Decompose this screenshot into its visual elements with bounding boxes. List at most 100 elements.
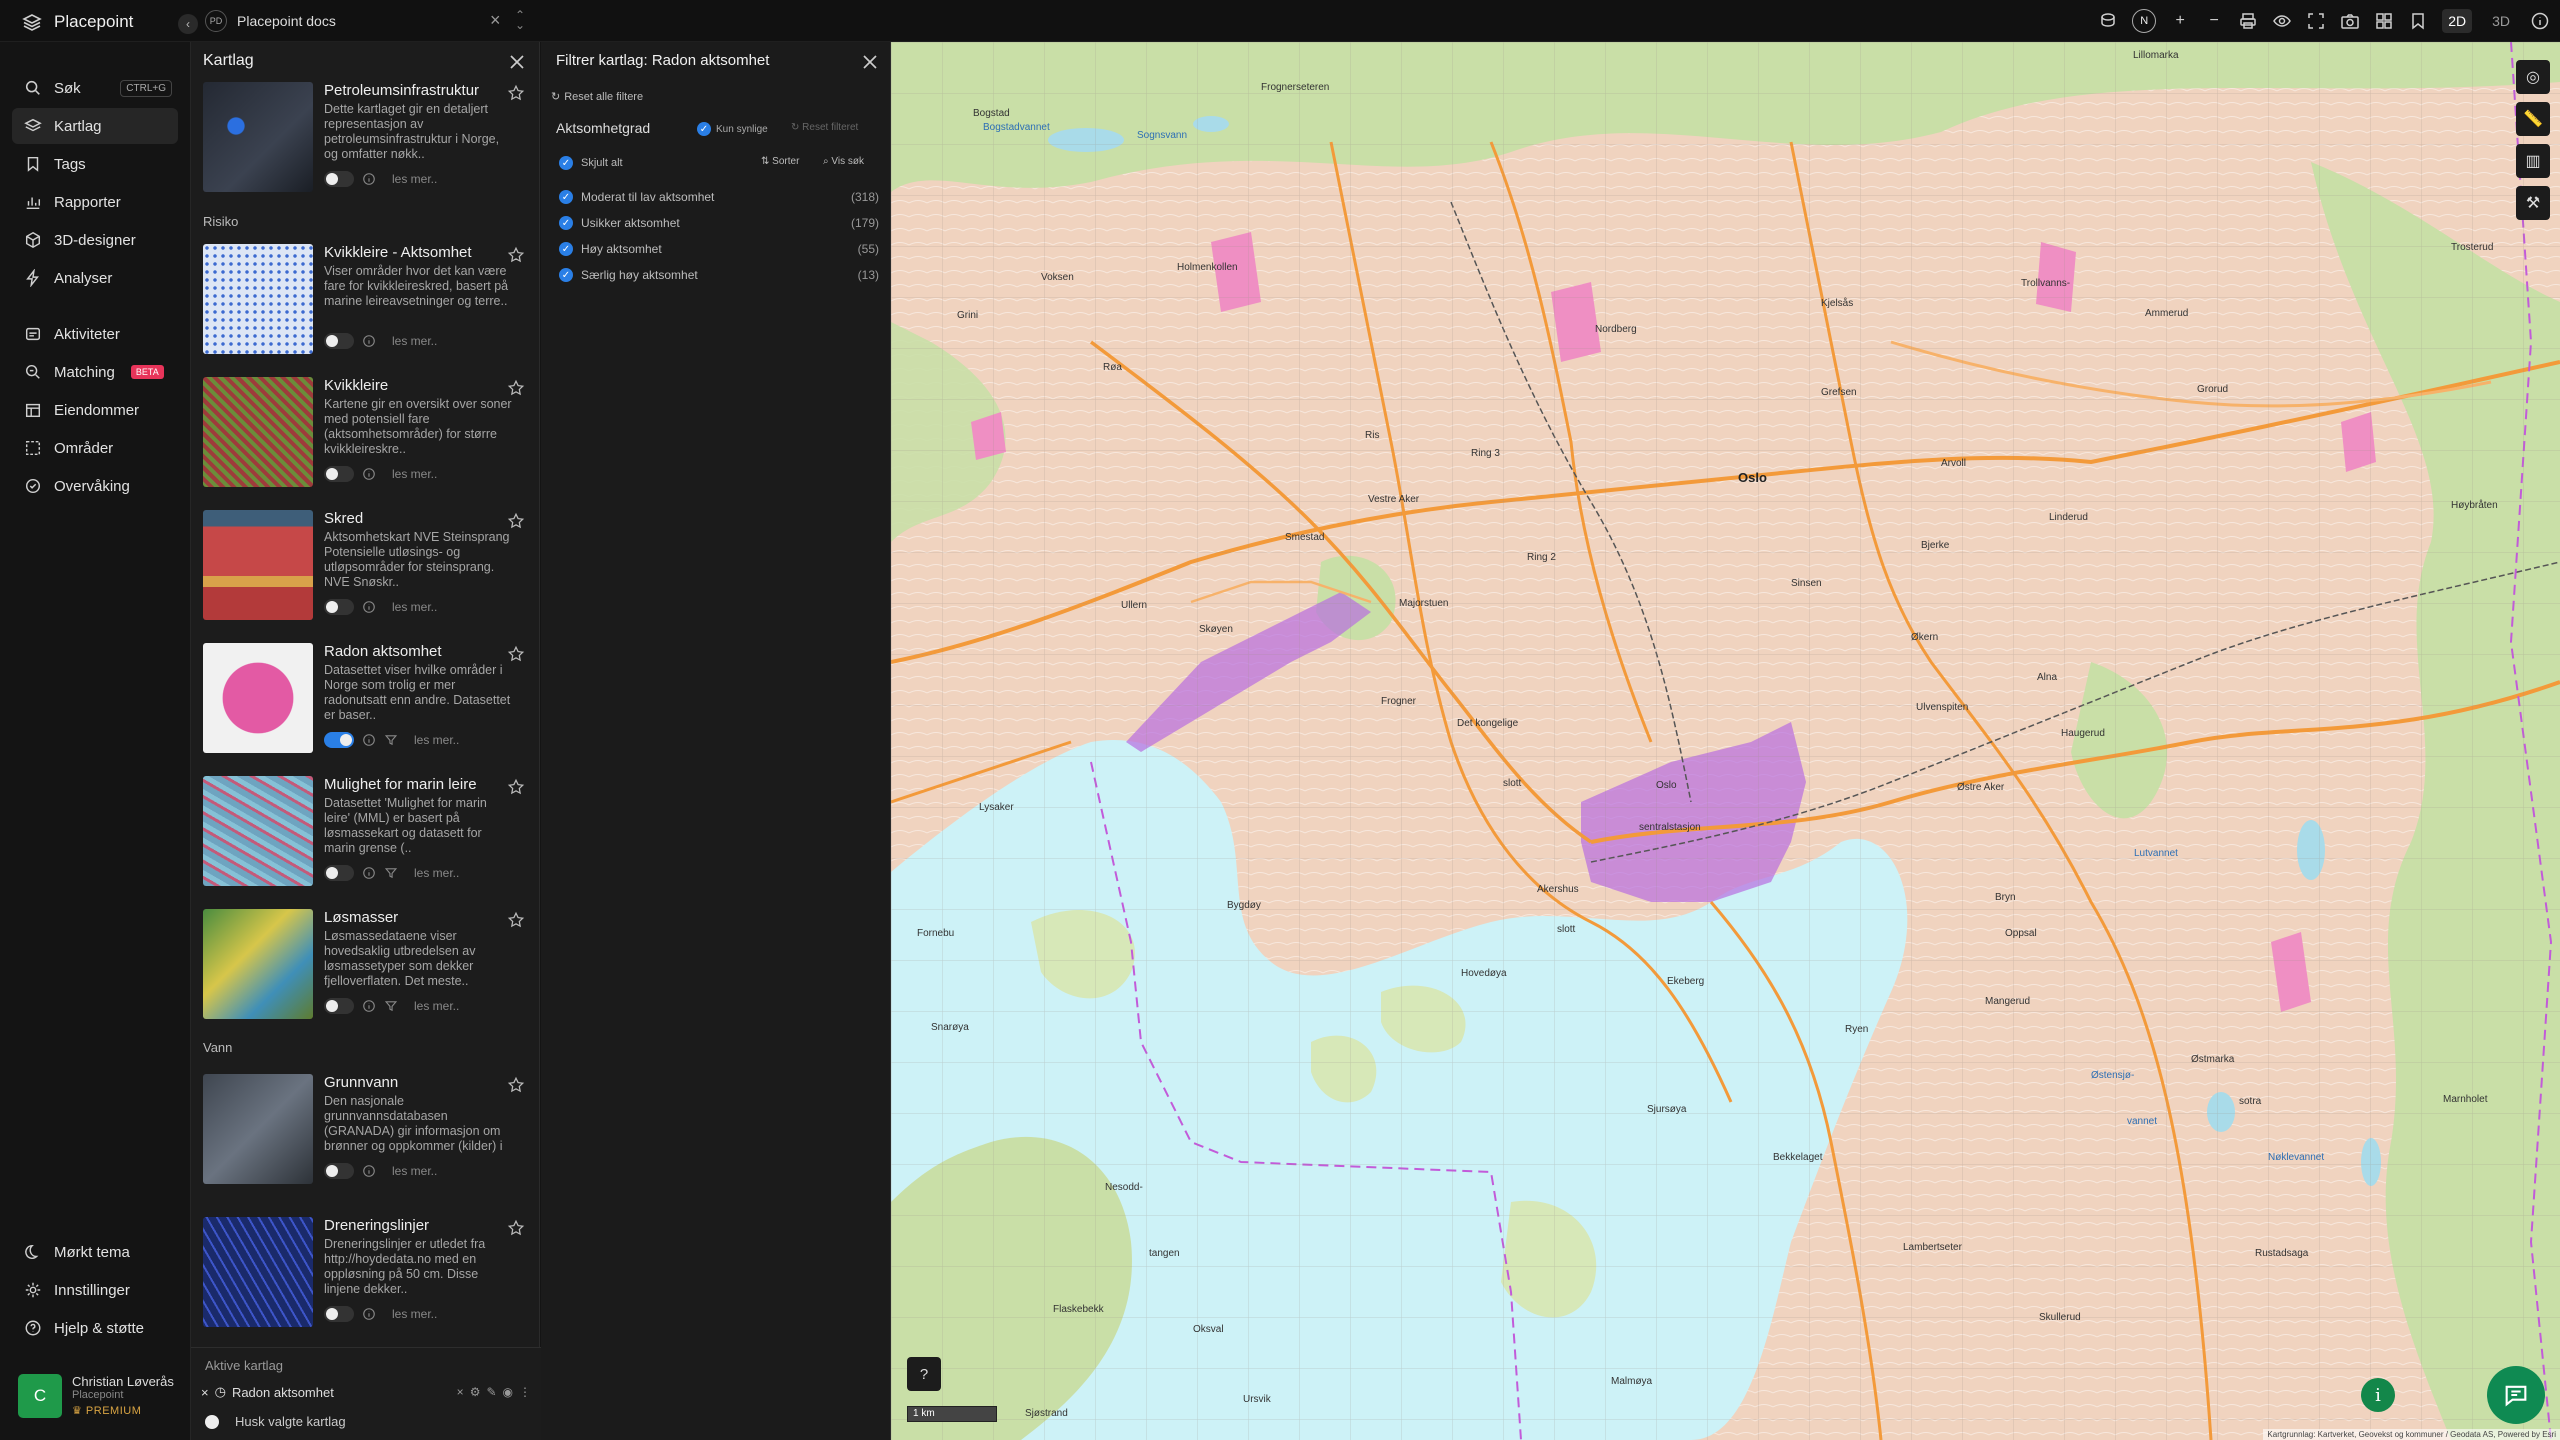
info-circle-icon[interactable]: [362, 999, 376, 1013]
layer-toggle[interactable]: [324, 333, 354, 349]
sort-button[interactable]: ⇅ Sorter: [761, 156, 799, 167]
read-more-link[interactable]: les mer..: [414, 999, 459, 1013]
close-icon[interactable]: [860, 52, 880, 72]
info-circle-icon[interactable]: [362, 866, 376, 880]
fullscreen-icon[interactable]: [2306, 11, 2326, 31]
layer-toggle[interactable]: [324, 1306, 354, 1322]
brand[interactable]: Placepoint: [22, 10, 133, 34]
read-more-link[interactable]: les mer..: [414, 866, 459, 880]
reset-all-filters-button[interactable]: ↻ Reset alle filtere: [551, 90, 643, 104]
zoom-out-icon[interactable]: −: [2204, 11, 2224, 31]
read-more-link[interactable]: les mer..: [414, 733, 459, 747]
star-icon[interactable]: [507, 645, 525, 663]
camera-icon[interactable]: [2340, 11, 2360, 31]
read-more-link[interactable]: les mer..: [392, 600, 437, 614]
measure-button[interactable]: 📏: [2516, 102, 2550, 136]
nav-item-settings[interactable]: Innstillinger: [12, 1272, 178, 1308]
workspace-selector[interactable]: PD Placepoint docs: [205, 6, 336, 36]
layer-card[interactable]: Dreneringslinjer Dreneringslinjer er utle…: [201, 1217, 531, 1337]
hide-all-toggle[interactable]: ✓ Skjult alt: [559, 156, 623, 170]
star-icon[interactable]: [507, 379, 525, 397]
info-circle-icon[interactable]: [362, 600, 376, 614]
filter-row[interactable]: ✓ Moderat til lav aktsomhet (318): [559, 188, 879, 206]
grid-icon[interactable]: [2374, 11, 2394, 31]
info-circle-icon[interactable]: [362, 733, 376, 747]
layers-stack-icon[interactable]: [2098, 11, 2118, 31]
chart-button[interactable]: ▥: [2516, 144, 2550, 178]
map-view[interactable]: Oslo Oslo sentralstasjon Holmenkollen No…: [891, 42, 2560, 1440]
chat-button[interactable]: [2487, 1366, 2545, 1424]
read-more-link[interactable]: les mer..: [392, 334, 437, 348]
layer-card[interactable]: Skred Aktsomhetskart NVE Steinsprang Pote…: [201, 510, 531, 630]
remember-checkbox[interactable]: [205, 1414, 219, 1429]
clear-workspace-icon[interactable]: ×: [490, 11, 501, 29]
layer-card[interactable]: Radon aktsomhet Datasettet viser hvilke o…: [201, 643, 531, 763]
info-circle-icon[interactable]: [362, 1307, 376, 1321]
mode-3d-button[interactable]: 3D: [2486, 9, 2516, 33]
zoom-in-icon[interactable]: +: [2170, 11, 2190, 31]
locate-button[interactable]: ◎: [2516, 60, 2550, 94]
layer-card[interactable]: Kvikkleire Kartene gir en oversikt over s…: [201, 377, 531, 497]
user-profile[interactable]: C Christian Løverås Placepoint ♛ PREMIUM: [14, 1366, 184, 1422]
filter-icon[interactable]: [384, 866, 398, 880]
remove-small-icon[interactable]: ×: [457, 1385, 464, 1399]
only-visible-toggle[interactable]: ✓ Kun synlige: [697, 122, 768, 136]
chevron-updown-icon[interactable]: ⌃ ⌄: [515, 9, 525, 31]
read-more-link[interactable]: les mer..: [392, 1164, 437, 1178]
remember-layers-toggle[interactable]: Husk valgte kartlag: [205, 1414, 346, 1429]
layer-toggle[interactable]: [324, 171, 354, 187]
layer-card[interactable]: Grunnvann Den nasjonale grunnvannsdatabas…: [201, 1074, 531, 1194]
bookmark-icon[interactable]: [2408, 11, 2428, 31]
nav-item-properties[interactable]: Eiendommer: [12, 392, 178, 428]
star-icon[interactable]: [507, 84, 525, 102]
settings-small-icon[interactable]: ⚙: [470, 1385, 481, 1399]
nav-item-analyses[interactable]: Analyser: [12, 260, 178, 296]
filter-row[interactable]: ✓ Høy aktsomhet (55): [559, 240, 879, 258]
nav-item-activities[interactable]: Aktiviteter: [12, 316, 178, 352]
nav-item-kartlag[interactable]: Kartlag: [12, 108, 178, 144]
info-circle-icon[interactable]: [362, 1164, 376, 1178]
compass-button[interactable]: N: [2132, 9, 2157, 33]
filter-icon[interactable]: [384, 733, 398, 747]
info-circle-icon[interactable]: [2530, 11, 2550, 31]
layer-toggle[interactable]: [324, 865, 354, 881]
star-icon[interactable]: [507, 512, 525, 530]
info-circle-icon[interactable]: [362, 467, 376, 481]
read-more-link[interactable]: les mer..: [392, 172, 437, 186]
tools-button[interactable]: ⚒: [2516, 186, 2550, 220]
nav-item-3d-designer[interactable]: 3D-designer: [12, 222, 178, 258]
layer-card[interactable]: Løsmasser Løsmassedataene viser hovedsakl…: [201, 909, 531, 1029]
more-vertical-icon[interactable]: ⋮: [519, 1385, 531, 1399]
nav-item-dark-theme[interactable]: Mørkt tema: [12, 1234, 178, 1270]
read-more-link[interactable]: les mer..: [392, 467, 437, 481]
filter-icon[interactable]: [384, 999, 398, 1013]
nav-item-help[interactable]: Hjelp & støtte: [12, 1310, 178, 1346]
layer-toggle[interactable]: [324, 599, 354, 615]
nav-item-monitoring[interactable]: Overvåking: [12, 468, 178, 504]
filter-row[interactable]: ✓ Særlig høy aktsomhet (13): [559, 266, 879, 284]
nav-item-reports[interactable]: Rapporter: [12, 184, 178, 220]
layer-toggle[interactable]: [324, 998, 354, 1014]
edit-icon[interactable]: ✎: [486, 1385, 496, 1399]
nav-item-tags[interactable]: Tags: [12, 146, 178, 182]
collapse-sidebar-button[interactable]: ‹: [178, 14, 198, 34]
nav-item-search[interactable]: Søk CTRL+G: [12, 70, 178, 106]
nav-item-matching[interactable]: Matching BETA: [12, 354, 178, 390]
layer-card[interactable]: Kvikkleire - Aktsomhet Viser områder hvor…: [201, 244, 531, 364]
filter-row[interactable]: ✓ Usikker aktsomhet (179): [559, 214, 879, 232]
info-button[interactable]: i: [2361, 1378, 2395, 1412]
layer-toggle[interactable]: [324, 466, 354, 482]
nav-item-areas[interactable]: Områder: [12, 430, 178, 466]
mode-2d-button[interactable]: 2D: [2442, 9, 2473, 33]
layer-toggle[interactable]: [324, 1163, 354, 1179]
remove-icon[interactable]: ×: [201, 1385, 209, 1400]
reset-filter-button[interactable]: ↻ Reset filteret: [791, 122, 858, 133]
print-icon[interactable]: [2238, 11, 2258, 31]
map-canvas[interactable]: [891, 42, 2560, 1440]
star-icon[interactable]: [507, 1219, 525, 1237]
show-search-button[interactable]: ⌕ Vis søk: [823, 156, 864, 167]
map-help-button[interactable]: ?: [907, 1357, 941, 1391]
star-icon[interactable]: [507, 778, 525, 796]
info-circle-icon[interactable]: [362, 172, 376, 186]
layer-card[interactable]: Petroleumsinfrastruktur Dette kartlaget g…: [201, 82, 531, 202]
